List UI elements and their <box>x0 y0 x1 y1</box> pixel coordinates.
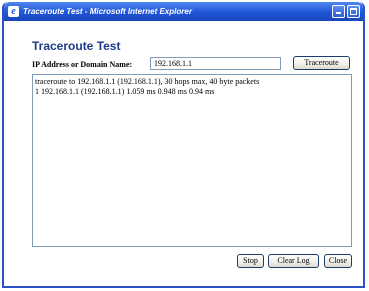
maximize-icon <box>350 8 357 15</box>
minimize-icon <box>336 12 341 14</box>
ip-address-input[interactable] <box>150 57 281 70</box>
log-line: traceroute to 192.168.1.1 (192.168.1.1),… <box>35 77 260 86</box>
stop-button[interactable]: Stop <box>237 254 264 268</box>
traceroute-log[interactable]: traceroute to 192.168.1.1 (192.168.1.1),… <box>32 74 352 247</box>
window-title: Traceroute Test - Microsoft Internet Exp… <box>23 7 192 16</box>
internet-explorer-icon: e <box>8 6 19 17</box>
page-title: Traceroute Test <box>32 39 121 53</box>
page-content: Traceroute Test IP Address or Domain Nam… <box>4 21 363 286</box>
log-line: 1 192.168.1.1 (192.168.1.1) 1.059 ms 0.9… <box>35 87 215 96</box>
ip-address-label: IP Address or Domain Name: <box>32 60 133 69</box>
minimize-button[interactable] <box>332 5 345 18</box>
browser-window: e Traceroute Test - Microsoft Internet E… <box>2 2 365 288</box>
close-button[interactable]: Close <box>324 254 352 268</box>
maximize-button[interactable] <box>347 5 360 18</box>
window-controls <box>332 5 360 18</box>
clear-log-button[interactable]: Clear Log <box>268 254 319 268</box>
title-bar[interactable]: e Traceroute Test - Microsoft Internet E… <box>4 2 363 21</box>
traceroute-button[interactable]: Traceroute <box>293 56 350 70</box>
